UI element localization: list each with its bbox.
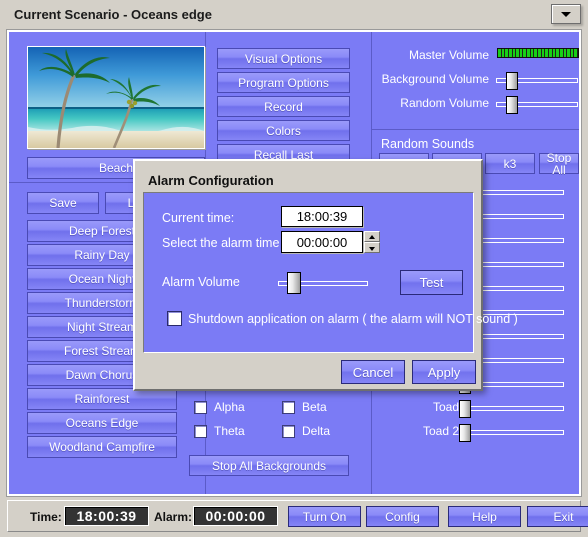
master-volume-label: Master Volume: [408, 48, 489, 62]
alarm-time-input[interactable]: 00:00:00: [281, 231, 363, 253]
test-alarm-button[interactable]: Test: [400, 270, 463, 295]
slider-thumb[interactable]: [459, 424, 471, 442]
exit-button[interactable]: Exit: [527, 506, 588, 527]
checkbox-beta[interactable]: [282, 401, 295, 414]
divider-volumes: [371, 129, 579, 130]
status-time-value: 18:00:39: [64, 506, 149, 526]
help-button[interactable]: Help: [448, 506, 521, 527]
alarm-time-stepper[interactable]: [364, 231, 380, 253]
sound-label-toad-2: Toad 2: [422, 424, 459, 438]
meter-segment: [548, 49, 552, 57]
meter-segment: [563, 49, 567, 57]
checkbox-shutdown-on-alarm[interactable]: [167, 311, 182, 326]
scenario-button-rainforest[interactable]: Rainforest: [27, 388, 177, 410]
random-sound-button-3[interactable]: k3: [485, 153, 535, 174]
current-time-label: Current time:: [162, 211, 235, 225]
slider-thumb[interactable]: [506, 96, 518, 114]
meter-segment: [574, 49, 578, 57]
checkbox-label-alpha: Alpha: [214, 400, 245, 414]
record-button[interactable]: Record: [217, 96, 350, 117]
dialog-body: Current time: 18:00:39 Select the alarm …: [143, 192, 518, 353]
meter-segment: [498, 49, 501, 57]
program-options-button[interactable]: Program Options: [217, 72, 350, 93]
status-alarm-value: 00:00:00: [193, 506, 278, 526]
meter-segment: [516, 49, 519, 57]
meter-segment: [505, 49, 508, 57]
checkbox-label-theta: Theta: [214, 424, 245, 438]
dialog-title: Alarm Configuration: [148, 173, 274, 188]
checkbox-label-delta: Delta: [302, 424, 331, 438]
meter-segment: [519, 49, 523, 57]
sound-slider-11[interactable]: [459, 424, 564, 442]
checkbox-label-beta: Beta: [302, 400, 327, 414]
random-sounds-title: Random Sounds: [381, 137, 475, 151]
save-button[interactable]: Save: [27, 192, 99, 214]
status-bar: Time: 18:00:39 Alarm: 00:00:00 Turn On C…: [7, 500, 588, 532]
application-window: Current Scenario - Oceans edge Beach Sav…: [0, 0, 588, 537]
checkbox-theta[interactable]: [194, 425, 207, 438]
config-button[interactable]: Config: [366, 506, 439, 527]
meter-segment: [523, 49, 527, 57]
chevron-down-icon: [369, 247, 375, 251]
scenario-image: [27, 46, 205, 149]
checkbox-label-shutdown-on-alarm: Shutdown application on alarm ( the alar…: [188, 312, 518, 326]
meter-segment: [556, 49, 559, 57]
scenario-button-woodland-campfire[interactable]: Woodland Campfire: [27, 436, 177, 458]
meter-segment: [567, 49, 570, 57]
slider-thumb[interactable]: [287, 272, 301, 294]
beach-palm-trees-photo: [28, 47, 204, 148]
meter-segment: [538, 49, 541, 57]
meter-segment: [501, 49, 505, 57]
meter-segment: [541, 49, 545, 57]
status-time-label: Time:: [30, 510, 62, 524]
stepper-up-button[interactable]: [364, 231, 380, 242]
alarm-volume-label: Alarm Volume: [162, 275, 240, 289]
background-volume-label: Background Volume: [381, 72, 489, 86]
alarm-time-label: Select the alarm time: [162, 236, 280, 250]
random-volume-slider[interactable]: [496, 96, 578, 114]
meter-segment: [508, 49, 512, 57]
current-time-value: 18:00:39: [281, 206, 363, 227]
stop-all-backgrounds-button[interactable]: Stop All Backgrounds: [189, 455, 349, 476]
slider-track: [464, 430, 564, 435]
scenario-button-oceans-edge[interactable]: Oceans Edge: [27, 412, 177, 434]
chevron-up-icon: [369, 235, 375, 239]
sound-label-toad: Toad: [432, 400, 459, 414]
background-volume-slider[interactable]: [496, 72, 578, 90]
chevron-down-icon: [561, 12, 571, 17]
meter-segment: [570, 49, 574, 57]
slider-thumb[interactable]: [459, 400, 471, 418]
meter-segment: [545, 49, 548, 57]
cancel-button[interactable]: Cancel: [341, 360, 405, 384]
sound-slider-10[interactable]: [459, 400, 564, 418]
meter-segment: [534, 49, 538, 57]
stepper-down-button[interactable]: [364, 242, 380, 253]
scenario-dropdown-button[interactable]: [551, 4, 581, 24]
apply-button[interactable]: Apply: [412, 360, 476, 384]
checkbox-delta[interactable]: [282, 425, 295, 438]
meter-segment: [512, 49, 516, 57]
colors-button[interactable]: Colors: [217, 120, 350, 141]
meter-segment: [530, 49, 534, 57]
stop-all-random-button[interactable]: Stop All: [539, 152, 579, 176]
visual-options-button[interactable]: Visual Options: [217, 48, 350, 69]
meter-segment: [527, 49, 530, 57]
meter-segment: [559, 49, 563, 57]
checkbox-alpha[interactable]: [194, 401, 207, 414]
status-alarm-label: Alarm:: [154, 510, 193, 524]
alarm-configuration-dialog: Alarm Configuration Current time: 18:00:…: [133, 159, 518, 391]
title-bar: Current Scenario - Oceans edge: [0, 0, 588, 30]
alarm-volume-slider[interactable]: [278, 272, 368, 294]
slider-track: [464, 406, 564, 411]
random-volume-label: Random Volume: [400, 96, 489, 110]
meter-segment: [552, 49, 556, 57]
window-title: Current Scenario - Oceans edge: [14, 7, 212, 22]
turn-on-button[interactable]: Turn On: [288, 506, 361, 527]
master-volume-meter: [497, 48, 579, 58]
slider-thumb[interactable]: [506, 72, 518, 90]
